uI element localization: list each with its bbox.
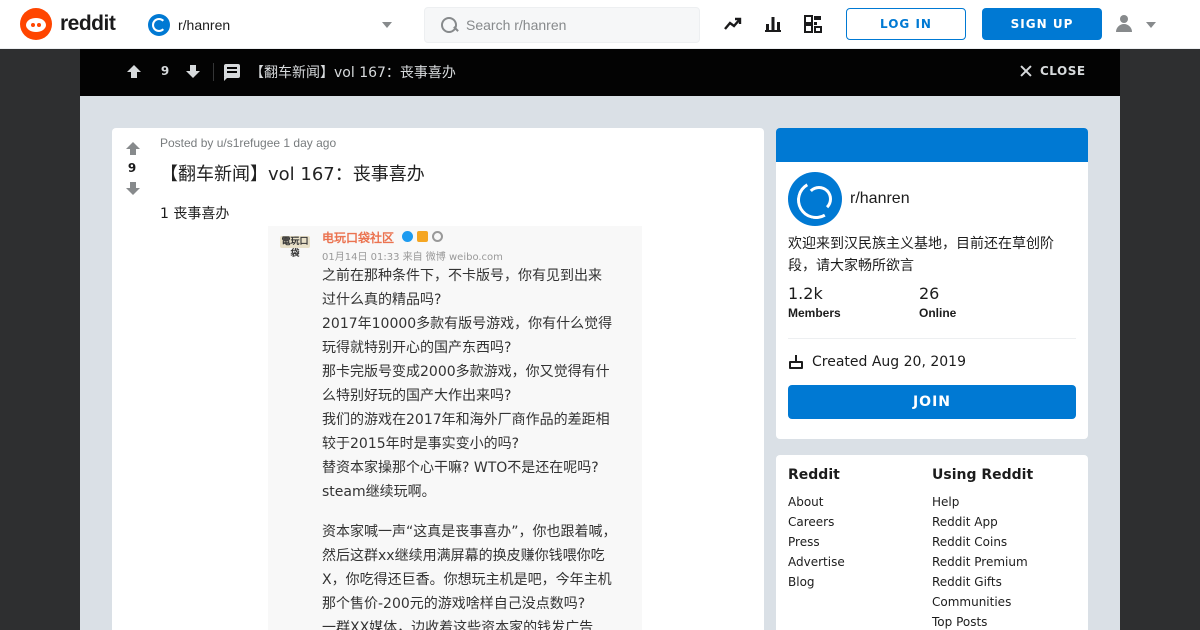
link-reddit-coins[interactable]: Reddit Coins — [932, 532, 1033, 552]
trending-icon[interactable] — [723, 14, 743, 34]
weibo-line: X，你吃得还巨香。你想玩主机是吧，今年主机 — [322, 572, 612, 588]
verified-badge-icon — [402, 231, 413, 242]
weibo-badges — [402, 231, 443, 242]
overlay-post-title: 【翻车新闻】vol 167：丧事喜办 — [250, 65, 456, 81]
vote-column: 9 — [112, 128, 152, 630]
members-count: 1.2k — [788, 284, 823, 303]
content-area: 9 Posted by u/s1refugee 1 day ago 【翻车新闻】… — [80, 96, 1120, 630]
chevron-down-icon — [382, 22, 392, 28]
close-icon — [1020, 65, 1032, 77]
weibo-line: 2017年10000多款有版号游戏，你有什么觉得 — [322, 316, 613, 332]
weibo-account-name: 电玩口袋社区 — [322, 231, 395, 245]
community-name[interactable]: r/hanren — [850, 190, 910, 208]
link-press[interactable]: Press — [788, 532, 845, 552]
upvote-icon[interactable] — [126, 142, 140, 155]
embedded-weibo-image[interactable]: 電玩口袋 电玩口袋社区 01月14日 01:33 来自 微博 weibo.com… — [268, 226, 642, 630]
community-about-card: r/hanren 欢迎来到汉民族主义基地，目前还在草创阶段，请大家畅所欲言 1.… — [776, 128, 1088, 439]
online-stat: 26 Online — [919, 284, 956, 320]
coins-icon[interactable] — [803, 14, 823, 34]
links-column-reddit: Reddit About Careers Press Advertise Blo… — [788, 467, 845, 592]
weibo-text: 之前在那种条件下，不卡版号，你有见到出来 过什么真的精品吗? 2017年1000… — [322, 264, 632, 630]
reddit-snoo-icon — [20, 8, 52, 40]
signup-button[interactable]: SIGN UP — [982, 8, 1102, 40]
post-title: 【翻车新闻】vol 167：丧事喜办 — [160, 164, 425, 185]
downvote-icon[interactable] — [126, 182, 140, 195]
link-reddit-gifts[interactable]: Reddit Gifts — [932, 572, 1033, 592]
post-meta: Posted by u/s1refugee 1 day ago — [160, 136, 337, 150]
close-label: CLOSE — [1040, 64, 1086, 78]
join-button[interactable]: JOIN — [788, 385, 1076, 419]
link-top-posts[interactable]: Top Posts — [932, 612, 1033, 630]
downvote-icon[interactable] — [186, 65, 200, 78]
weibo-avatar: 電玩口袋 — [280, 236, 310, 259]
close-button[interactable]: CLOSE — [1020, 64, 1086, 78]
weibo-line: 我们的游戏在2017年和海外厂商作品的差距相 — [322, 412, 610, 428]
members-label: Members — [788, 306, 841, 320]
divider — [213, 63, 214, 81]
community-icon — [148, 14, 170, 36]
community-banner — [776, 128, 1088, 162]
search-bar[interactable] — [424, 7, 700, 43]
weibo-line: 替资本家操那个心干嘛? WTO不是还在呢吗? — [322, 460, 599, 476]
link-reddit-premium[interactable]: Reddit Premium — [932, 552, 1033, 572]
weibo-line: 玩得就特别开心的国产东西吗? — [322, 340, 512, 356]
footer-links-card: Reddit About Careers Press Advertise Blo… — [776, 455, 1088, 630]
online-count: 26 — [919, 284, 940, 303]
weibo-line: 那个售价-200元的游戏啥样自己没点数吗? — [322, 596, 586, 612]
chevron-down-icon — [1146, 22, 1156, 28]
user-menu[interactable] — [1112, 12, 1162, 36]
link-careers[interactable]: Careers — [788, 512, 845, 532]
members-stat: 1.2k Members — [788, 284, 841, 320]
overlay-score: 9 — [160, 64, 170, 78]
link-about[interactable]: About — [788, 492, 845, 512]
logo-wordmark: reddit — [60, 12, 116, 35]
weibo-line: 之前在那种条件下，不卡版号，你有见到出来 — [322, 268, 602, 284]
weibo-line: steam继续玩啊。 — [322, 484, 436, 500]
weibo-line: 过什么真的精品吗? — [322, 292, 442, 308]
post-body-text: 1 丧事喜办 — [160, 206, 230, 222]
post-score: 9 — [127, 161, 137, 175]
link-advertise[interactable]: Advertise — [788, 552, 845, 572]
weibo-line: 么特别好玩的国产大作出来吗? — [322, 388, 512, 404]
top-header: reddit r/hanren LOG IN SIGN UP — [0, 0, 1200, 49]
weibo-line: 一群XX媒体，边收着这些资本家的钱发广告 — [322, 620, 594, 630]
login-button[interactable]: LOG IN — [846, 8, 966, 40]
links-heading: Using Reddit — [932, 467, 1034, 483]
community-description: 欢迎来到汉民族主义基地，目前还在草创阶段，请大家畅所欲言 — [788, 236, 1054, 274]
link-communities[interactable]: Communities — [932, 592, 1033, 612]
medal-badge-icon — [432, 231, 443, 242]
upvote-icon[interactable] — [127, 65, 141, 78]
reddit-logo[interactable]: reddit — [20, 8, 116, 40]
online-label: Online — [919, 306, 957, 320]
links-column-using-reddit: Using Reddit Help Reddit App Reddit Coin… — [932, 467, 1033, 630]
link-reddit-app[interactable]: Reddit App — [932, 512, 1033, 532]
stats-icon[interactable] — [763, 14, 783, 34]
weibo-line: 资本家喊一声“这真是丧事喜办”，你也跟着喊， — [322, 524, 617, 540]
weibo-date: 01月14日 01:33 来自 微博 weibo.com — [322, 252, 503, 263]
community-dropdown[interactable]: r/hanren — [148, 12, 398, 38]
search-input[interactable] — [466, 17, 686, 33]
community-dropdown-label: r/hanren — [178, 17, 231, 33]
post-card: 9 Posted by u/s1refugee 1 day ago 【翻车新闻】… — [112, 128, 764, 630]
community-icon[interactable] — [788, 172, 842, 226]
post-overlay-bar: 9 【翻车新闻】vol 167：丧事喜办 CLOSE — [80, 49, 1120, 96]
comment-icon — [224, 64, 240, 81]
link-blog[interactable]: Blog — [788, 572, 845, 592]
link-help[interactable]: Help — [932, 492, 1033, 512]
vip-badge-icon — [417, 231, 428, 242]
links-heading: Reddit — [788, 467, 840, 483]
weibo-line: 那卡完版号变成2000多款游戏，你又觉得有什 — [322, 364, 610, 380]
created-date: Created Aug 20, 2019 — [812, 354, 966, 370]
weibo-line: 较于2015年时是事实变小的吗? — [322, 436, 520, 452]
user-icon — [1115, 14, 1133, 34]
search-icon — [441, 17, 457, 33]
divider — [788, 338, 1076, 339]
weibo-line: 然后这群xx继续用满屏幕的换皮赚你钱喂你吃 — [322, 548, 605, 564]
cake-icon — [788, 355, 804, 369]
